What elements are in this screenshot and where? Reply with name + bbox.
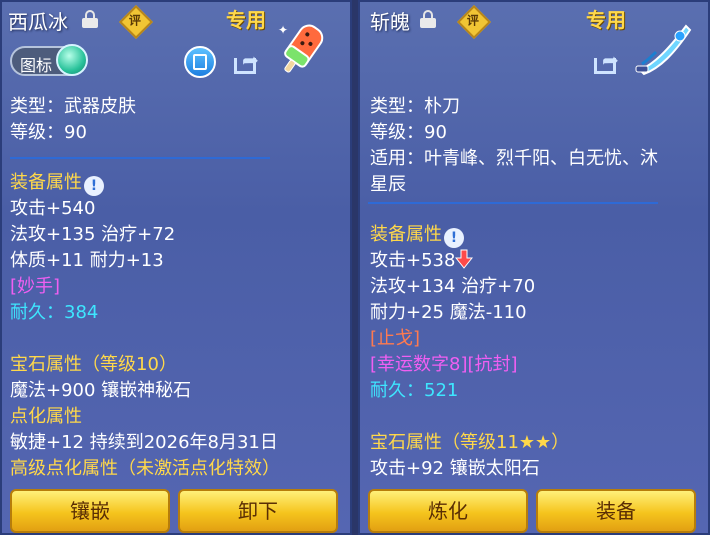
evaluate-badge-icon[interactable]: 评: [119, 5, 153, 39]
evaluate-badge-icon[interactable]: 评: [457, 5, 491, 39]
share-icon[interactable]: ➦: [590, 48, 622, 78]
attr-line: 体质+11 耐力+13: [10, 250, 164, 271]
watermelon-popsicle-icon: ✦: [278, 23, 324, 73]
attr-line: 攻击+538: [370, 248, 708, 274]
item-level: 等级：90: [10, 122, 87, 143]
unlock-icon[interactable]: [82, 10, 98, 28]
info-icon[interactable]: !: [84, 176, 104, 196]
usable-by-cont: 星辰: [370, 174, 406, 195]
durability: 耐久：521: [370, 380, 459, 401]
gem-attr-line: 攻击+92 镶嵌太阳石: [370, 458, 540, 479]
unlock-icon[interactable]: [420, 10, 436, 28]
attr-line: 法攻+135 治疗+72: [10, 224, 176, 245]
item-detail-panel-right: 斩魄 评 专用 ➦ 类型：朴刀 等级：90 适用：叶青峰、烈千阳、白无忧、沐 星…: [358, 0, 710, 535]
attr-line: 法攻+134 治疗+70: [370, 276, 536, 297]
refine-button[interactable]: 炼化: [368, 489, 528, 533]
preview-icon[interactable]: [184, 46, 216, 78]
gem-attr-line: 魔法+900 镶嵌神秘石: [10, 380, 192, 401]
equip-button[interactable]: 装备: [536, 489, 696, 533]
item-type: 类型：朴刀: [370, 96, 460, 117]
refine-attr-line: 敏捷+12 持续到2026年8月31日: [10, 432, 278, 453]
attr-line: 耐力+25 魔法-110: [370, 302, 527, 323]
equip-attr-title: 装备属性!: [10, 170, 350, 196]
special-skill: [止戈]: [370, 328, 421, 349]
icon-toggle[interactable]: 图标: [10, 44, 88, 76]
gem-attr-title: 宝石属性（等级11★★）: [370, 432, 570, 453]
svg-text:✦: ✦: [278, 23, 288, 37]
equip-attr-title: 装备属性!: [370, 222, 708, 248]
item-stats: 类型：朴刀 等级：90 适用：叶青峰、烈千阳、白无忧、沐 星辰 装备属性! 攻击…: [370, 94, 708, 482]
share-icon[interactable]: ➦: [230, 48, 262, 78]
attr-line: 攻击+540: [10, 198, 96, 219]
item-title: 西瓜冰: [8, 10, 68, 34]
item-stats: 类型：武器皮肤 等级：90 装备属性! 攻击+540 法攻+135 治疗+72 …: [10, 94, 350, 482]
icon-toggle-label: 图标: [20, 56, 53, 75]
durability: 耐久：384: [10, 302, 99, 323]
toggle-knob-icon: [56, 44, 88, 76]
arrow-down-icon: [455, 249, 474, 269]
exclusive-label: 专用: [586, 8, 626, 32]
item-type: 类型：武器皮肤: [10, 96, 136, 117]
refine-attr-title: 点化属性: [10, 406, 82, 427]
divider: [10, 157, 270, 159]
info-icon[interactable]: !: [444, 228, 464, 248]
usable-by: 适用：叶青峰、烈千阳、白无忧、沐: [370, 148, 658, 169]
unequip-button[interactable]: 卸下: [178, 489, 338, 533]
divider: [368, 202, 658, 204]
gem-attr-title: 宝石属性（等级10）: [10, 354, 177, 375]
exclusive-label: 专用: [226, 8, 266, 32]
advanced-refine-title: 高级点化属性（未激活点化特效）: [10, 458, 280, 479]
item-level: 等级：90: [370, 122, 447, 143]
item-title: 斩魄: [370, 10, 410, 34]
blade-icon: [635, 24, 692, 76]
special-effects: [幸运数字8][抗封]: [370, 354, 518, 375]
special-skill: [妙手]: [10, 276, 61, 297]
inlay-button[interactable]: 镶嵌: [10, 489, 170, 533]
item-detail-panel-left: 西瓜冰 评 专用 图标 ➦ ✦ 类型：武器皮肤 等级：90 装备属性! 攻击+5…: [0, 0, 352, 535]
